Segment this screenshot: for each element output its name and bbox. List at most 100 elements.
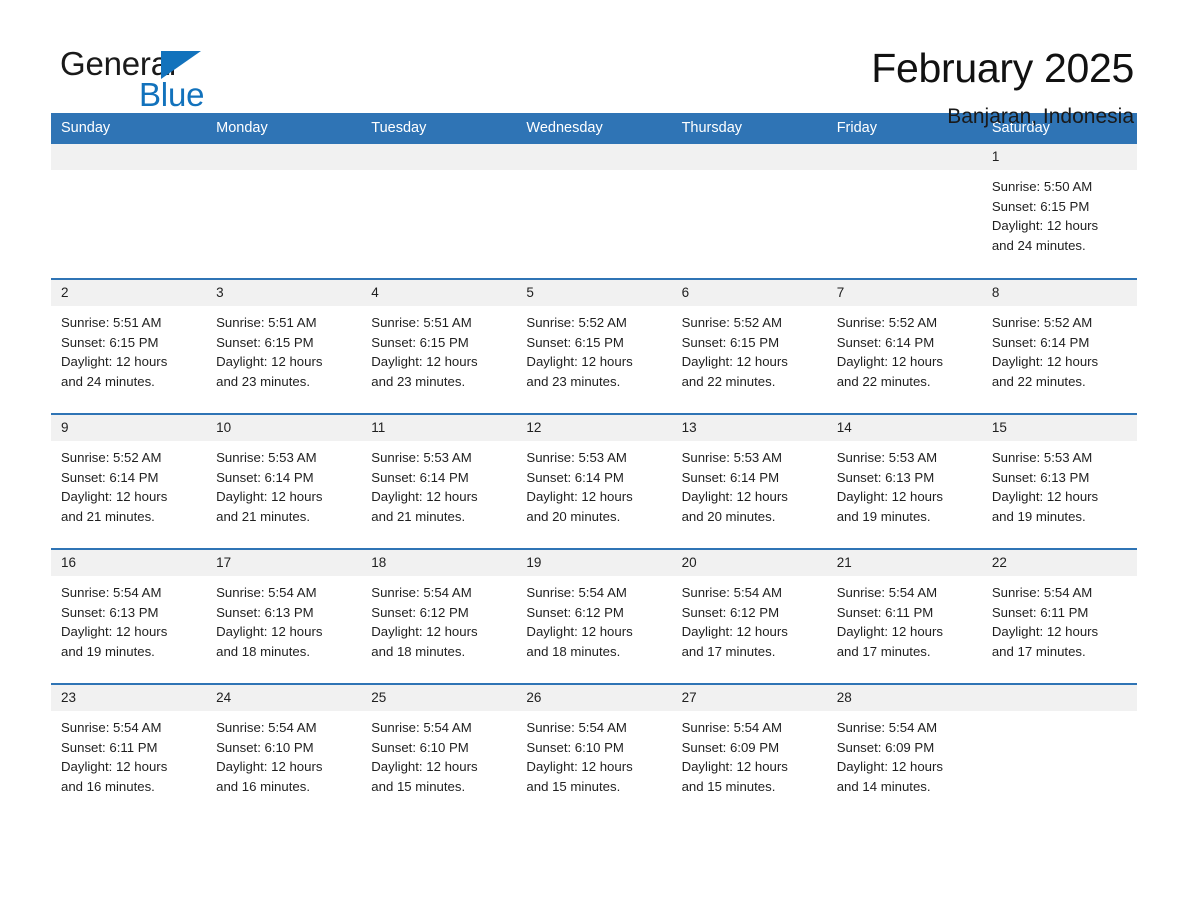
day-cell-inner: 15 Sunrise: 5:53 AM Sunset: 6:13 PM Dayligh… [981,415,1137,548]
calendar-day-cell[interactable] [206,144,362,279]
sun-times-line-daylight2: and 23 minutes. [526,374,621,390]
sun-times-line-sunrise: Sunrise: 5:51 AM [216,315,317,330]
sun-times-line-sunrise: Sunrise: 5:50 AM [991,179,1093,194]
calendar-day-cell[interactable]: 4 Sunrise: 5:51 AM Sunset: 6:15 PM Daylight… [361,278,517,414]
calendar-day-cell[interactable]: 10 Sunrise: 5:53 AM Sunset: 6:14 PM Dayligh… [206,413,362,549]
calendar-day-cell[interactable]: 21 Sunrise: 5:54 AM Sunset: 6:11 PM Dayligh… [826,548,982,684]
calendar-day-cell[interactable]: 19 Sunrise: 5:54 AM Sunset: 6:12 PM Dayligh… [516,548,672,684]
day-cell-inner: 26 Sunrise: 5:54 AM Sunset: 6:10 PM Dayligh… [516,685,672,818]
sun-times-line-daylight: Daylight: 12 hours [216,624,323,640]
sun-times-line-sunset: Sunset: 6:10 PM [526,739,624,755]
sun-times-line-daylight2: and 22 minutes. [681,374,776,390]
calendar-day-cell[interactable]: 15 Sunrise: 5:53 AM Sunset: 6:13 PM Dayligh… [981,413,1137,549]
day-cell-inner: 9 Sunrise: 5:52 AM Sunset: 6:14 PM Daylight… [51,415,207,548]
calendar-week-row: 2 Sunrise: 5:51 AM Sunset: 6:15 PM Daylight… [51,278,1137,414]
sun-times-line-daylight: Daylight: 12 hours [61,759,168,775]
calendar-day-cell[interactable]: 16 Sunrise: 5:54 AM Sunset: 6:13 PM Dayligh… [51,548,207,684]
sun-times: Sunrise: 5:52 AM Sunset: 6:14 PM Daylight:… [827,306,982,392]
sun-times-line-sunrise: Sunrise: 5:53 AM [216,450,317,465]
sun-times-line-sunrise: Sunrise: 5:54 AM [836,585,938,600]
calendar-day-cell[interactable]: 11 Sunrise: 5:53 AM Sunset: 6:14 PM Dayligh… [361,413,517,549]
sun-times: Sunrise: 5:51 AM Sunset: 6:15 PM Daylight:… [206,306,361,392]
calendar-day-cell[interactable]: 1 Sunrise: 5:50 AM Sunset: 6:15 PM Daylight… [981,144,1137,279]
day-number: 4 [361,280,517,306]
calendar-day-cell[interactable]: 6 Sunrise: 5:52 AM Sunset: 6:15 PM Daylight… [671,278,827,414]
sun-times-line-sunrise: Sunrise: 5:52 AM [836,315,938,330]
sun-times-line-daylight2: and 17 minutes. [681,644,776,660]
sun-times-line-sunrise: Sunrise: 5:52 AM [61,450,162,465]
weekday-header-wednesday: Wednesday [516,113,672,144]
day-number [981,685,1137,711]
calendar-day-cell[interactable]: 26 Sunrise: 5:54 AM Sunset: 6:10 PM Dayligh… [516,683,672,819]
sun-times-line-daylight2: and 21 minutes. [371,509,466,525]
sun-times: Sunrise: 5:52 AM Sunset: 6:15 PM Daylight:… [516,306,671,392]
calendar-day-cell[interactable]: 13 Sunrise: 5:53 AM Sunset: 6:14 PM Dayligh… [671,413,827,549]
day-cell-inner: 1 Sunrise: 5:50 AM Sunset: 6:15 PM Daylight… [981,144,1137,277]
calendar-day-cell[interactable] [671,144,827,279]
sun-times-line-sunrise: Sunrise: 5:52 AM [681,315,782,330]
sun-times-line-daylight2: and 15 minutes. [681,779,776,795]
day-number: 28 [826,685,982,711]
calendar-day-cell[interactable] [361,144,517,279]
day-cell-inner: 24 Sunrise: 5:54 AM Sunset: 6:10 PM Dayligh… [206,685,362,818]
sun-times-line-sunset: Sunset: 6:15 PM [371,334,469,350]
calendar-day-cell[interactable]: 5 Sunrise: 5:52 AM Sunset: 6:15 PM Daylight… [516,278,672,414]
calendar-day-cell[interactable]: 27 Sunrise: 5:54 AM Sunset: 6:09 PM Dayligh… [671,683,827,819]
day-cell-inner: 22 Sunrise: 5:54 AM Sunset: 6:11 PM Dayligh… [981,550,1137,683]
day-cell-inner: 7 Sunrise: 5:52 AM Sunset: 6:14 PM Daylight… [826,280,982,413]
sun-times-line-daylight: Daylight: 12 hours [991,624,1099,640]
sun-times-line-daylight: Daylight: 12 hours [836,489,943,505]
calendar-day-cell[interactable]: 7 Sunrise: 5:52 AM Sunset: 6:14 PM Daylight… [826,278,982,414]
sun-times-line-sunrise: Sunrise: 5:54 AM [526,585,627,600]
calendar-day-cell[interactable]: 12 Sunrise: 5:53 AM Sunset: 6:14 PM Dayligh… [516,413,672,549]
day-number: 23 [51,685,207,711]
calendar-day-cell[interactable]: 3 Sunrise: 5:51 AM Sunset: 6:15 PM Daylight… [206,278,362,414]
calendar-day-cell[interactable]: 28 Sunrise: 5:54 AM Sunset: 6:09 PM Dayligh… [826,683,982,819]
sun-times-line-daylight: Daylight: 12 hours [61,354,168,370]
day-number [516,144,672,170]
brand-name-blue: Blue [139,76,205,113]
sun-times: Sunrise: 5:53 AM Sunset: 6:13 PM Daylight:… [827,441,982,527]
sun-times-line-sunrise: Sunrise: 5:51 AM [61,315,162,330]
title-block: February 2025 Banjaran, Indonesia [871,44,1134,130]
calendar-day-cell[interactable]: 14 Sunrise: 5:53 AM Sunset: 6:13 PM Dayligh… [826,413,982,549]
sun-times-line-sunset: Sunset: 6:13 PM [61,604,159,620]
day-cell-inner: 19 Sunrise: 5:54 AM Sunset: 6:12 PM Dayligh… [516,550,672,683]
day-number: 2 [51,280,207,306]
sun-times-line-daylight: Daylight: 12 hours [836,354,943,370]
sun-times-line-sunset: Sunset: 6:11 PM [991,604,1089,620]
calendar-page: General Blue February 2025 Banjaran, Ind… [0,0,1188,918]
day-cell-inner: 17 Sunrise: 5:54 AM Sunset: 6:13 PM Dayligh… [206,550,362,683]
sun-times-line-daylight: Daylight: 12 hours [836,759,943,775]
calendar-day-cell[interactable]: 2 Sunrise: 5:51 AM Sunset: 6:15 PM Daylight… [51,278,207,414]
calendar-day-cell[interactable]: 24 Sunrise: 5:54 AM Sunset: 6:10 PM Dayligh… [206,683,362,819]
calendar-day-cell[interactable] [826,144,982,279]
calendar-day-cell[interactable] [51,144,207,279]
calendar-day-cell[interactable] [981,683,1137,819]
calendar-day-cell[interactable]: 22 Sunrise: 5:54 AM Sunset: 6:11 PM Dayligh… [981,548,1137,684]
day-number: 11 [361,415,517,441]
calendar-day-cell[interactable]: 9 Sunrise: 5:52 AM Sunset: 6:14 PM Daylight… [51,413,207,549]
calendar-body: 1 Sunrise: 5:50 AM Sunset: 6:15 PM Daylight… [51,144,1137,819]
day-number: 21 [826,550,982,576]
calendar-day-cell[interactable]: 18 Sunrise: 5:54 AM Sunset: 6:12 PM Dayligh… [361,548,517,684]
calendar-day-cell[interactable]: 25 Sunrise: 5:54 AM Sunset: 6:10 PM Dayligh… [361,683,517,819]
calendar-day-cell[interactable]: 20 Sunrise: 5:54 AM Sunset: 6:12 PM Dayligh… [671,548,827,684]
sun-times-line-sunrise: Sunrise: 5:53 AM [681,450,782,465]
sun-times-line-sunset: Sunset: 6:14 PM [61,469,159,485]
day-number [51,144,207,170]
sun-times-line-daylight: Daylight: 12 hours [836,624,943,640]
weekday-header-tuesday: Tuesday [361,113,517,144]
day-cell-inner [206,144,362,277]
sun-times-line-daylight: Daylight: 12 hours [371,624,478,640]
weekday-header-thursday: Thursday [671,113,827,144]
brand-logo[interactable]: General Blue [60,47,320,119]
calendar-day-cell[interactable]: 17 Sunrise: 5:54 AM Sunset: 6:13 PM Dayligh… [206,548,362,684]
sun-times: Sunrise: 5:54 AM Sunset: 6:13 PM Daylight:… [51,576,206,662]
sun-times: Sunrise: 5:53 AM Sunset: 6:14 PM Daylight:… [516,441,671,527]
calendar-day-cell[interactable] [516,144,672,279]
sun-times: Sunrise: 5:52 AM Sunset: 6:15 PM Daylight:… [672,306,827,392]
calendar-day-cell[interactable]: 8 Sunrise: 5:52 AM Sunset: 6:14 PM Daylight… [981,278,1137,414]
day-cell-inner: 21 Sunrise: 5:54 AM Sunset: 6:11 PM Dayligh… [826,550,982,683]
calendar-day-cell[interactable]: 23 Sunrise: 5:54 AM Sunset: 6:11 PM Dayligh… [51,683,207,819]
